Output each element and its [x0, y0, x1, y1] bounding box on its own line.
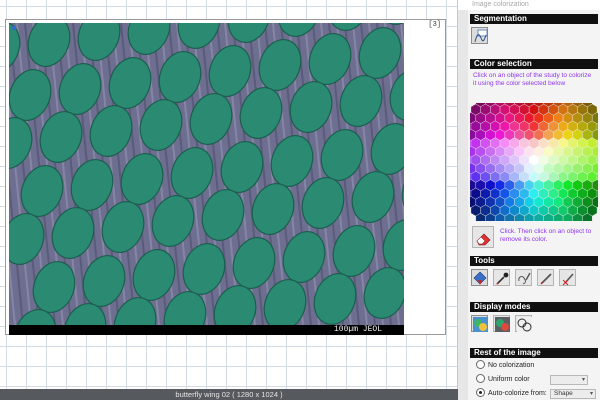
rest-of-image-section: Rest of the image No colorization Unifor… [470, 348, 598, 400]
sem-image[interactable]: 100µm JEOL [9, 23, 404, 335]
auto-colorize-radio[interactable] [476, 388, 485, 397]
segmentation-section: Segmentation [470, 14, 598, 44]
panel-title-text: Image colorization [472, 1, 529, 8]
auto-colorize-option[interactable]: Auto-colorize from: Shape ▾ [470, 388, 598, 400]
eyedropper-icon [496, 272, 509, 285]
colorized-mode-button[interactable] [471, 315, 488, 332]
status-bar: butterfly wing 02 ( 1280 x 1024 ) [0, 389, 458, 400]
pointer-fill-icon [473, 271, 487, 285]
overlay-mode-button[interactable] [492, 315, 510, 332]
eraser-icon [476, 233, 491, 246]
uniform-color-label: Uniform color [488, 376, 530, 383]
tools-section: Tools [470, 256, 598, 286]
segmentation-header: Segmentation [470, 14, 598, 24]
colorized-mode-icon [473, 317, 488, 332]
lasso-pencil-icon [518, 272, 531, 285]
outline-mode-icon [516, 317, 532, 332]
frame-handle-dot[interactable] [12, 26, 16, 30]
uniform-color-option[interactable]: Uniform color ▾ [470, 374, 598, 386]
file-label: butterfly wing 02 ( 1280 x 1024 ) [175, 390, 283, 399]
auto-colorize-value: Shape [554, 390, 573, 397]
color-selection-header: Color selection [470, 59, 598, 69]
sem-info-bar: 100µm JEOL [9, 325, 404, 335]
color-eraser-button[interactable] [472, 226, 494, 248]
pencil-eraser-icon [562, 273, 574, 286]
outline-mode-button[interactable] [514, 315, 532, 332]
color-selection-section: Color selection Click on an object of th… [470, 59, 598, 248]
display-modes-section: Display modes [470, 302, 598, 332]
pencil-tool-button[interactable] [536, 269, 554, 286]
butterfly-wing-image [9, 23, 404, 335]
frame-index-label: [3] [428, 21, 441, 29]
colorization-panel: Image colorization Segmentation Color se… [458, 0, 600, 400]
auto-colorize-select[interactable]: Shape ▾ [550, 389, 596, 399]
curve-graph-icon [474, 29, 488, 43]
no-colorization-radio[interactable] [476, 360, 485, 369]
sem-label: 100µm JEOL [333, 325, 382, 334]
uniform-color-picker[interactable]: ▾ [550, 375, 588, 385]
no-colorization-label: No colorization [488, 362, 535, 369]
panel-splitter[interactable] [458, 10, 468, 400]
overlay-mode-icon [494, 317, 510, 332]
no-colorization-option[interactable]: No colorization [470, 360, 598, 372]
segmentation-curve-button[interactable] [471, 27, 488, 44]
chevron-down-icon: ▾ [581, 377, 585, 383]
tools-header: Tools [470, 256, 598, 266]
pencil-eraser-tool-button[interactable] [558, 269, 576, 286]
eyedropper-tool-button[interactable] [492, 269, 510, 286]
lasso-tool-button[interactable] [514, 269, 532, 286]
auto-colorize-label: Auto-colorize from: [488, 390, 547, 397]
display-modes-header: Display modes [470, 302, 598, 312]
panel-title: Image colorization [458, 0, 600, 10]
eraser-hint: Click. Then click on an object to remove… [500, 228, 592, 243]
canvas-area[interactable]: [3] 100µm JEOL butterfly wing 02 ( 1280 … [0, 0, 458, 400]
uniform-color-radio[interactable] [476, 374, 485, 383]
rest-of-image-header: Rest of the image [470, 348, 598, 358]
fill-tool-button[interactable] [471, 269, 488, 286]
pencil-icon [540, 273, 552, 285]
color-hex-wheel[interactable] [470, 103, 598, 221]
eraser-row: Click. Then click on an object to remove… [470, 226, 598, 250]
color-selection-hint: Click on an object of the study to color… [473, 72, 592, 87]
chevron-down-icon: ▾ [589, 391, 593, 397]
